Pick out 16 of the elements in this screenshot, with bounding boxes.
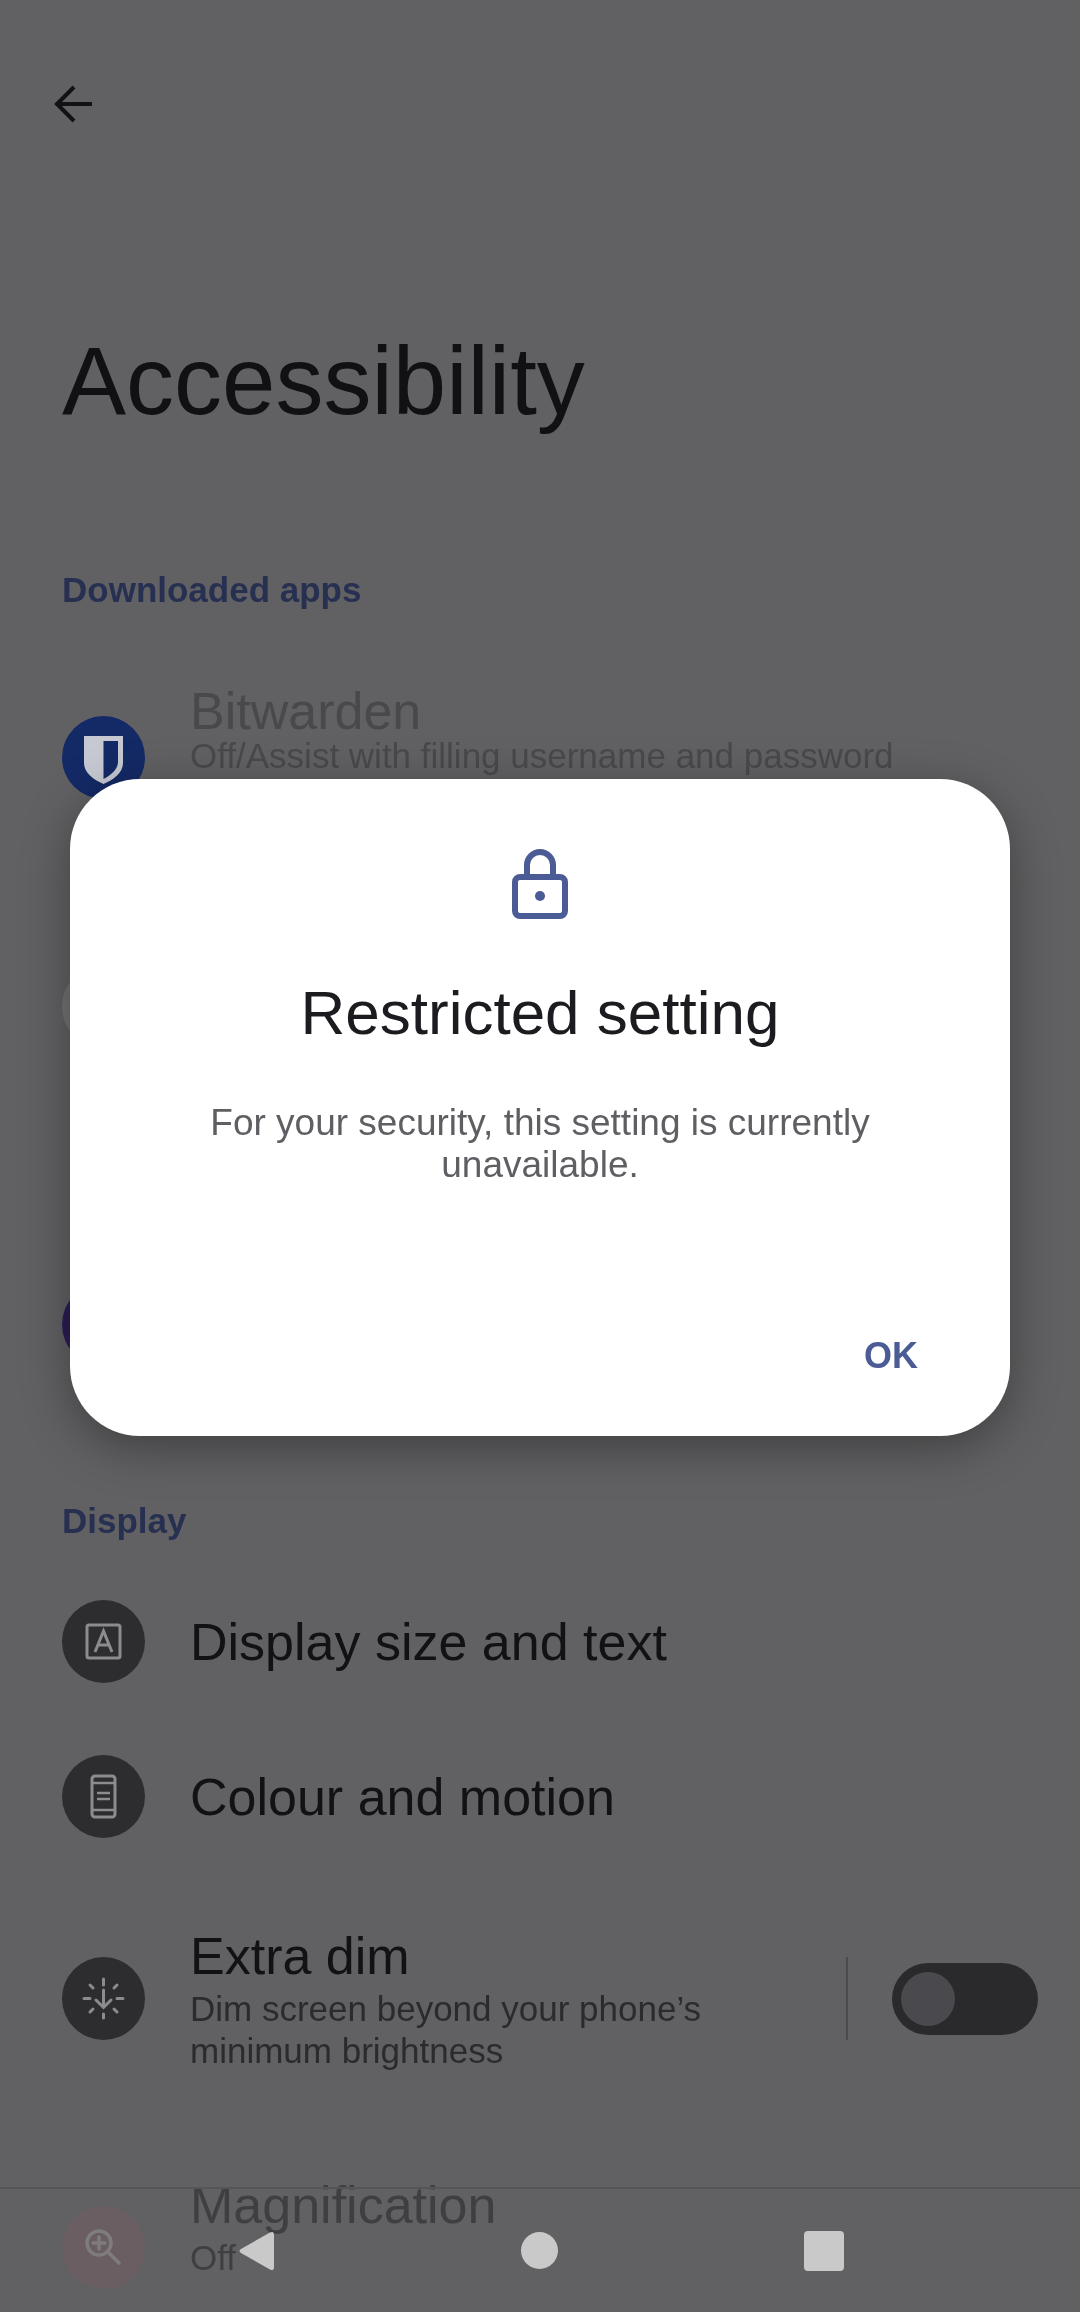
- recents-icon[interactable]: [803, 2230, 844, 2271]
- back-arrow-icon[interactable]: [53, 83, 95, 125]
- item-title[interactable]: Extra dim: [190, 1924, 410, 1988]
- section-header: Downloaded apps: [62, 569, 362, 611]
- phone-icon: [62, 1755, 145, 1838]
- item-title[interactable]: Colour and motion: [190, 1764, 615, 1829]
- dialog-message: For your security, this setting is currently unavailable.: [209, 1102, 871, 1186]
- boxed-letter-icon: [62, 1600, 145, 1683]
- zoom-in-icon: [62, 2206, 145, 2289]
- home-icon[interactable]: [520, 2232, 558, 2269]
- item-title[interactable]: Display size and text: [190, 1609, 667, 1674]
- dialog-title: Restricted setting: [300, 977, 780, 1049]
- ok-button[interactable]: OK: [842, 1316, 940, 1396]
- brightness-down-icon: [62, 1957, 145, 2040]
- section-header: Display: [62, 1500, 187, 1542]
- page-title: Accessibility: [62, 326, 585, 436]
